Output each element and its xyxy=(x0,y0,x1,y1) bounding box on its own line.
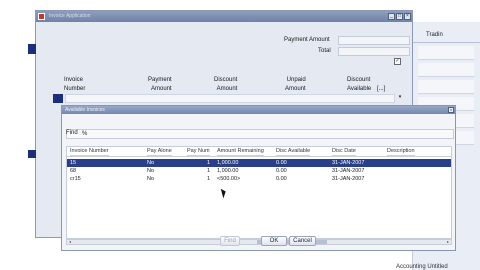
col-header-disc-date: Disc Date xyxy=(332,148,356,156)
available-invoices-dialog: Available Invoices × % Find Invoice Numb… xyxy=(61,105,456,251)
dialog-title: Available Invoices xyxy=(65,107,105,113)
background-trading-label: Tradin xyxy=(426,32,443,38)
col-discount-amount: Discount Amount xyxy=(214,77,238,92)
invoice-line-row[interactable] xyxy=(65,94,395,103)
close-icon[interactable]: × xyxy=(404,13,411,20)
table-row[interactable]: 68 No 1 1,000.00 0.00 31-JAN-2007 xyxy=(67,167,451,175)
scroll-right-icon[interactable]: ▸ xyxy=(445,239,451,244)
cancel-button[interactable]: Cancel xyxy=(289,236,316,246)
oracle-app-icon xyxy=(38,13,45,20)
total-label: Total xyxy=(318,48,331,54)
dialog-close-icon[interactable]: × xyxy=(448,107,454,113)
find-label: Find xyxy=(66,130,78,136)
window-title-bar[interactable]: Invoice Application _ □ × xyxy=(36,11,412,22)
header-divider xyxy=(67,156,451,157)
background-divider xyxy=(412,42,480,43)
total-field[interactable] xyxy=(338,47,410,56)
find-button[interactable]: Find xyxy=(220,236,240,246)
payment-amount-label: Payment Amount xyxy=(284,37,330,43)
col-header-description: Description xyxy=(387,148,415,156)
col-discount-available: Discount Available xyxy=(347,77,372,92)
find-value: % xyxy=(82,131,88,137)
col-header-pay-alone: Pay Alone xyxy=(147,148,172,156)
scroll-down-icon[interactable]: ▾ xyxy=(396,94,404,104)
find-input[interactable]: % xyxy=(66,129,454,139)
payment-amount-field[interactable] xyxy=(338,36,410,45)
col-header-amount-remaining: Amount Remaining xyxy=(217,148,264,156)
col-unpaid-amount: Unpaid Amount xyxy=(285,77,306,92)
record-indicator[interactable] xyxy=(28,44,36,54)
record-indicator[interactable] xyxy=(28,150,36,158)
window-title: Invoice Application xyxy=(49,13,91,19)
scroll-left-icon[interactable]: ◂ xyxy=(67,239,73,244)
status-footer: Accounting Untitled xyxy=(396,264,448,270)
col-invoice-number: Invoice Number xyxy=(64,77,86,92)
invoices-list: Invoice Number Pay Alone Pay Num Amount … xyxy=(66,146,452,239)
table-row[interactable]: 15 No 1 1,000.00 0.00 31-JAN-2007 xyxy=(67,159,451,167)
table-row[interactable]: cr15 No 1 <500.00> 0.00 31-JAN-2007 xyxy=(67,175,451,183)
ok-button[interactable]: OK xyxy=(261,236,287,246)
col-header-invoice-number: Invoice Number xyxy=(70,148,109,156)
confirm-checkbox[interactable]: ✓ xyxy=(394,58,401,65)
horizontal-scrollbar[interactable]: ◂ ▸ xyxy=(66,239,452,245)
minimize-icon[interactable]: _ xyxy=(388,13,395,20)
dialog-title-bar[interactable]: Available Invoices × xyxy=(62,106,455,114)
ellipsis-button[interactable]: [...] xyxy=(377,85,385,94)
col-header-disc-available: Disc Available xyxy=(276,148,311,156)
current-row-indicator[interactable] xyxy=(53,94,63,103)
col-payment-amount: Payment Amount xyxy=(148,77,172,92)
maximize-icon[interactable]: □ xyxy=(396,13,403,20)
col-header-pay-num: Pay Num xyxy=(187,148,210,156)
